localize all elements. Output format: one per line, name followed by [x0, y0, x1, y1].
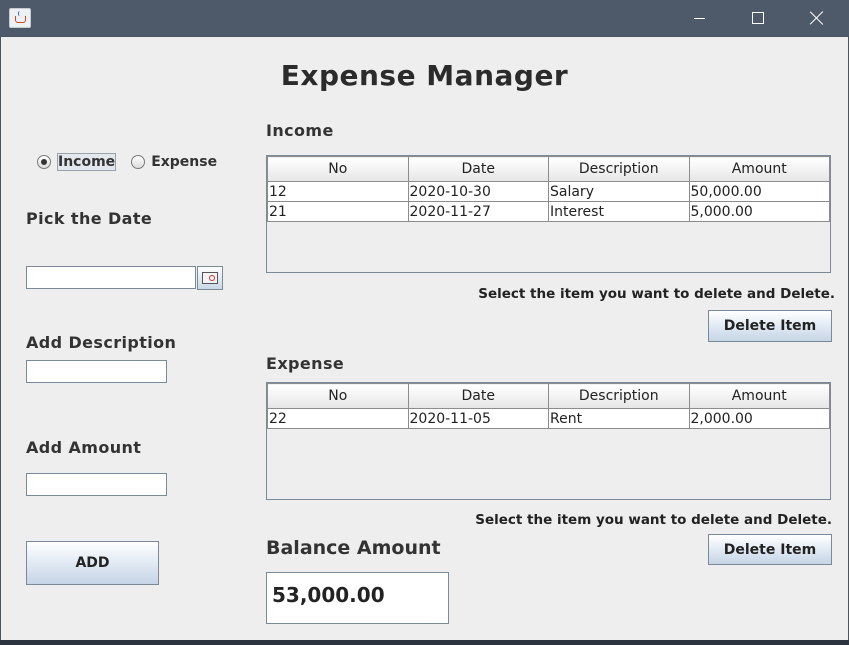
expense-table[interactable]: No Date Description Amount 22 2020-11-05… — [266, 382, 831, 500]
table-cell: 2,000.00 — [688, 408, 830, 429]
table-cell: 2020-11-27 — [407, 201, 549, 222]
expense-delete-hint: Select the item you want to delete and D… — [475, 512, 832, 528]
maximize-icon — [752, 12, 764, 24]
add-button[interactable]: ADD — [26, 541, 159, 585]
income-col-description[interactable]: Description — [548, 156, 690, 182]
expense-radio-label[interactable]: Expense — [151, 153, 217, 171]
income-col-date[interactable]: Date — [407, 156, 549, 182]
table-cell: 50,000.00 — [688, 181, 830, 202]
date-picker-button[interactable] — [197, 266, 223, 290]
expense-delete-button[interactable]: Delete Item — [708, 534, 832, 565]
window-bottom-border — [0, 640, 849, 645]
table-row[interactable]: 12 2020-10-30 Salary 50,000.00 — [267, 181, 830, 202]
table-cell: Salary — [548, 181, 690, 202]
expense-title: Expense — [266, 354, 345, 373]
minimize-button[interactable] — [670, 0, 728, 36]
balance-title: Balance Amount — [266, 537, 441, 559]
table-cell: 2020-11-05 — [407, 408, 549, 429]
table-cell: 5,000.00 — [688, 201, 830, 222]
expense-radio[interactable] — [131, 155, 146, 169]
maximize-button[interactable] — [729, 0, 787, 36]
table-row[interactable]: 22 2020-11-05 Rent 2,000.00 — [267, 408, 830, 429]
income-title: Income — [266, 121, 334, 140]
date-label: Pick the Date — [26, 209, 153, 228]
income-delete-hint: Select the item you want to delete and D… — [478, 286, 835, 302]
expense-col-description[interactable]: Description — [548, 383, 690, 409]
income-table[interactable]: No Date Description Amount 12 2020-10-30… — [266, 155, 831, 273]
type-radio-group: Income Expense — [37, 153, 217, 171]
income-radio[interactable] — [37, 155, 51, 169]
table-cell: 2020-10-30 — [407, 181, 549, 202]
close-icon — [810, 11, 824, 25]
table-cell: 21 — [267, 201, 409, 222]
amount-input[interactable] — [26, 473, 167, 496]
income-col-no[interactable]: No — [267, 156, 409, 182]
java-cup-icon[interactable] — [9, 8, 31, 28]
expense-col-date[interactable]: Date — [407, 383, 549, 409]
page-title: Expense Manager — [280, 59, 569, 92]
date-input[interactable] — [26, 266, 196, 289]
income-col-amount[interactable]: Amount — [688, 156, 830, 182]
app-window: Expense Manager Income Expense Pick the … — [0, 0, 849, 645]
expense-col-no[interactable]: No — [267, 383, 409, 409]
table-cell: Rent — [548, 408, 690, 429]
income-delete-button[interactable]: Delete Item — [708, 310, 832, 342]
income-radio-label[interactable]: Income — [57, 153, 117, 171]
close-button[interactable] — [788, 0, 846, 36]
balance-value: 53,000.00 — [266, 572, 449, 624]
table-row[interactable]: 21 2020-11-27 Interest 5,000.00 — [267, 201, 830, 222]
calendar-icon — [202, 272, 218, 284]
table-cell: Interest — [548, 201, 690, 222]
amount-label: Add Amount — [26, 438, 142, 457]
table-cell: 12 — [267, 181, 409, 202]
minimize-icon — [693, 18, 705, 19]
title-bar[interactable] — [0, 0, 849, 36]
expense-col-amount[interactable]: Amount — [688, 383, 830, 409]
income-table-header: No Date Description Amount — [267, 156, 830, 182]
description-input[interactable] — [26, 360, 167, 383]
main-panel: Expense Manager Income Expense Pick the … — [1, 37, 848, 640]
table-cell: 22 — [267, 408, 409, 429]
expense-table-header: No Date Description Amount — [267, 383, 830, 409]
description-label: Add Description — [26, 333, 177, 352]
